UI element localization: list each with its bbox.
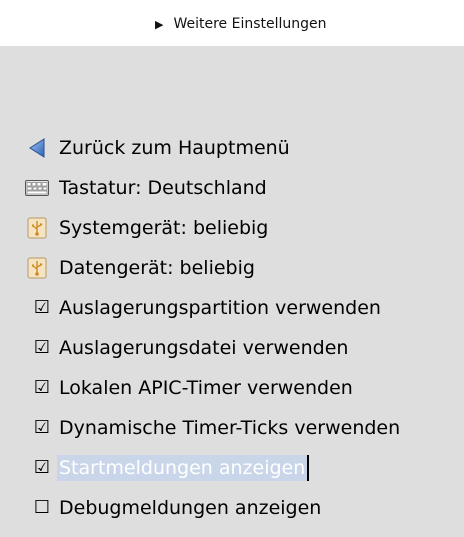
menu-item-label: Startmeldungen anzeigen (57, 455, 310, 481)
menu-item-system-device[interactable]: Systemgerät: beliebig (24, 215, 270, 241)
back-arrow-icon (24, 137, 50, 159)
more-settings-link[interactable]: ▶ Weitere Einstellungen (155, 15, 327, 33)
keyboard-icon (24, 177, 50, 199)
menu-item-back-to-main[interactable]: Zurück zum Hauptmenü (24, 135, 292, 161)
menu-item-label: Auslagerungsdatei verwenden (59, 337, 349, 359)
checkbox-checked[interactable]: ☑ (32, 338, 52, 358)
menu-item-label: Tastatur: Deutschland (59, 177, 267, 199)
menu-item-data-device[interactable]: Datengerät: beliebig (24, 255, 257, 281)
menu-item-label: Auslagerungspartition verwenden (59, 297, 381, 319)
menu-item-swap-partition[interactable]: ☑ Auslagerungspartition verwenden (24, 295, 383, 321)
top-bar: ▶ Weitere Einstellungen (0, 0, 464, 46)
menu-item-boot-messages[interactable]: ☑ Startmeldungen anzeigen (24, 455, 310, 481)
triangle-right-icon: ▶ (155, 17, 164, 31)
menu-item-label: Dynamische Timer-Ticks verwenden (59, 417, 401, 439)
usb-drive-icon (24, 217, 50, 239)
menu-item-swap-file[interactable]: ☑ Auslagerungsdatei verwenden (24, 335, 350, 361)
menu-item-label: Systemgerät: beliebig (59, 217, 269, 239)
menu-item-label: Lokalen APIC-Timer verwenden (59, 377, 353, 399)
checkbox-checked[interactable]: ☑ (32, 418, 52, 438)
menu-item-keyboard[interactable]: Tastatur: Deutschland (24, 175, 269, 201)
usb-drive-icon (24, 257, 50, 279)
menu-item-debug-messages[interactable]: ☐ Debugmeldungen anzeigen (24, 495, 323, 521)
checkbox-checked[interactable]: ☑ (32, 298, 52, 318)
menu-item-label: Datengerät: beliebig (59, 257, 255, 279)
checkbox-checked[interactable]: ☑ (32, 378, 52, 398)
checkbox-checked[interactable]: ☑ (32, 458, 52, 478)
menu-item-dynamic-timer-ticks[interactable]: ☑ Dynamische Timer-Ticks verwenden (24, 415, 402, 441)
more-settings-label: Weitere Einstellungen (173, 16, 327, 32)
menu-item-label: Debugmeldungen anzeigen (59, 497, 322, 519)
checkbox-unchecked[interactable]: ☐ (32, 498, 52, 518)
menu-item-label: Zurück zum Hauptmenü (59, 137, 290, 159)
menu-item-local-apic-timer[interactable]: ☑ Lokalen APIC-Timer verwenden (24, 375, 355, 401)
